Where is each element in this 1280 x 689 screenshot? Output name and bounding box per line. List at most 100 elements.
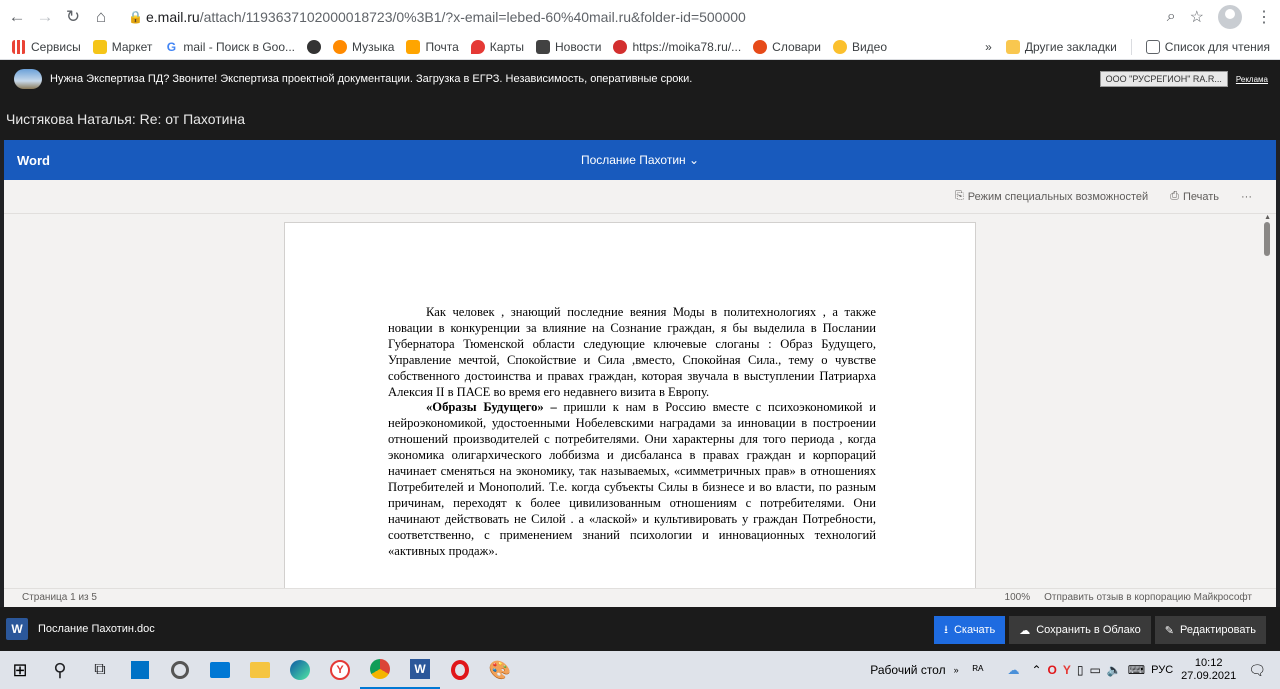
bookmark-dictionaries[interactable]: Словари [753, 39, 821, 54]
opera-tray-icon[interactable]: O [1048, 663, 1057, 677]
other-bookmarks[interactable]: Другие закладки [1005, 40, 1117, 54]
desktop-toolbar[interactable]: Рабочий стол [870, 663, 945, 677]
cloud-icon: ☁ [1019, 624, 1031, 637]
moika78-icon [613, 39, 628, 54]
mail-subject: Чистякова Наталья: Re: от Пахотина [0, 98, 1280, 140]
word-app-icon[interactable]: W [400, 651, 440, 689]
ad-label-link[interactable]: Реклама [1236, 75, 1268, 84]
clock-date: 27.09.2021 [1181, 670, 1237, 682]
map-pin-icon [470, 39, 485, 54]
mail-app-icon[interactable] [200, 651, 240, 689]
download-button[interactable]: ⭳ Скачать [934, 616, 1006, 644]
system-tray: Рабочий стол » ᴿᴬ ☁ ⌃ O Y ▯ ▭ 🔈 ⌨ РУС 10… [870, 651, 1280, 689]
network-icon[interactable]: ▭ [1090, 663, 1101, 677]
tray-overflow-icon[interactable]: ⌃ [1031, 663, 1041, 677]
music-icon [333, 39, 348, 54]
clock[interactable]: 10:12 27.09.2021 [1181, 657, 1236, 683]
video-play-icon [832, 39, 847, 54]
windows-start-icon[interactable]: ⊞ [0, 651, 40, 689]
yandex-browser-icon[interactable]: Y [320, 651, 360, 689]
opera-icon[interactable] [440, 651, 480, 689]
address-bar[interactable]: 🔒 e.mail.ru/attach/1193637102000018723/0… [128, 4, 1188, 30]
reading-list[interactable]: Список для чтения [1145, 40, 1270, 54]
vertical-scrollbar[interactable] [1264, 222, 1270, 256]
globe-icon [307, 39, 322, 54]
bookmark-services[interactable]: Сервисы [12, 39, 81, 54]
paint-icon[interactable]: 🎨 [480, 651, 520, 689]
browser-toolbar: ← → ↻ ⌂ 🔒 e.mail.ru/attach/1193637102000… [0, 0, 1280, 34]
attachment-bar: W Послание Пахотин.doc ⭳ Скачать ☁ Сохрани… [0, 607, 1280, 651]
more-options-button[interactable]: ··· [1241, 191, 1252, 203]
profile-avatar[interactable] [1218, 5, 1242, 29]
battery-icon[interactable]: ▯ [1077, 663, 1084, 677]
cloud-sync-icon[interactable]: ☁ [1007, 663, 1019, 677]
keyboard-icon[interactable]: ⌨ [1128, 663, 1145, 677]
back-icon[interactable]: ← [6, 6, 28, 28]
edge-icon[interactable] [280, 651, 320, 689]
task-view-icon[interactable]: ⧉ [80, 651, 120, 689]
document-text: Как человек , знающий последние веяния М… [388, 305, 876, 560]
file-name: Послание Пахотин.doc [38, 623, 155, 635]
accessibility-mode-button[interactable]: ⎘ Режим специальных возможностей [955, 190, 1148, 203]
bookmark-news[interactable]: Новости [536, 39, 601, 54]
word-command-bar: ⎘ Режим специальных возможностей ⎙ Печать … [4, 180, 1276, 214]
app-circle-icon[interactable] [160, 651, 200, 689]
people-icon[interactable]: ᴿᴬ [973, 663, 984, 677]
file-explorer-icon[interactable] [240, 651, 280, 689]
mail-app-icon-shape [210, 662, 230, 678]
bookmark-market[interactable]: Маркет [92, 39, 152, 54]
document-canvas[interactable]: Как человек , знающий последние веяния М… [4, 214, 1276, 588]
page-indicator: Страница 1 из 5 [22, 592, 97, 603]
google-icon: G [164, 39, 179, 54]
save-to-cloud-button[interactable]: ☁ Сохранить в Облако [1009, 616, 1151, 644]
home-icon[interactable]: ⌂ [90, 6, 112, 28]
reload-icon[interactable]: ↻ [62, 6, 84, 28]
bookmark-video[interactable]: Видео [832, 39, 887, 54]
url-host: e.mail.ru [146, 9, 200, 25]
zoom-icon[interactable]: ⌕ [1167, 8, 1176, 26]
bookmark-google-search[interactable]: Gmail - Поиск в Goo... [164, 39, 295, 54]
paragraph-2-heading: «Образы Будущего» – [426, 400, 557, 415]
menu-icon[interactable]: ⋮ [1256, 7, 1272, 27]
document-title-dropdown[interactable]: Послание Пахотин ⌄ [4, 153, 1276, 167]
ad-banner[interactable]: Нужна Экспертиза ПД? Звоните! Экспертиза… [0, 60, 1280, 98]
chrome-icon[interactable] [360, 651, 400, 689]
notifications-icon[interactable]: 🗨 [1248, 662, 1266, 679]
market-icon [92, 39, 107, 54]
volume-icon[interactable]: 🔈 [1107, 663, 1122, 677]
bookmark-music[interactable]: Музыка [333, 39, 394, 54]
bookmark-mail[interactable]: Почта [406, 39, 459, 54]
printer-icon: ⎙ [1170, 190, 1179, 202]
bookmark-moika78[interactable]: https://moika78.ru/... [613, 39, 741, 54]
yandex-shape: Y [330, 660, 350, 680]
edit-button[interactable]: ✎ Редактировать [1154, 616, 1266, 644]
print-button[interactable]: ⎙ Печать [1170, 190, 1219, 203]
apps-grid-icon [12, 39, 26, 54]
forward-icon[interactable]: → [34, 6, 56, 28]
ad-advertiser-badge[interactable]: ООО "РУСРЕГИОН" RA.R... [1099, 71, 1228, 87]
reading-list-icon [1145, 40, 1160, 54]
chrome-shape [370, 659, 390, 679]
bookmark-star-icon[interactable]: ☆ [1190, 7, 1204, 27]
word-file-icon: W [6, 618, 28, 640]
scroll-up-icon[interactable]: ▲ [1264, 214, 1271, 221]
news-icon [536, 39, 550, 54]
yandex-tray-icon[interactable]: Y [1063, 663, 1071, 677]
outlook-icon-shape [131, 661, 149, 679]
language-indicator[interactable]: РУС [1151, 664, 1173, 676]
toolbar-expand-icon[interactable]: » [954, 665, 959, 675]
bookmark-globe[interactable] [307, 39, 322, 54]
feedback-link[interactable]: Отправить отзыв в корпорацию Майкрософт [1044, 592, 1252, 603]
edit-icon: ✎ [1164, 624, 1174, 637]
clock-time: 10:12 [1194, 657, 1223, 669]
bookmark-maps[interactable]: Карты [470, 39, 524, 54]
zoom-level[interactable]: 100% [1005, 592, 1031, 603]
paragraph-1: Как человек , знающий последние веяния М… [388, 305, 876, 399]
word-status-bar: Страница 1 из 5 100% Отправить отзыв в к… [4, 588, 1276, 607]
search-icon[interactable]: ⚲ [40, 651, 80, 689]
app-circle-icon-shape [171, 661, 189, 679]
download-icon: ⭳ [944, 623, 948, 636]
outlook-icon[interactable] [120, 651, 160, 689]
bookmarks-overflow[interactable]: » [985, 40, 992, 54]
paragraph-2: «Образы Будущего» – пришли к нам в Росси… [388, 400, 876, 559]
